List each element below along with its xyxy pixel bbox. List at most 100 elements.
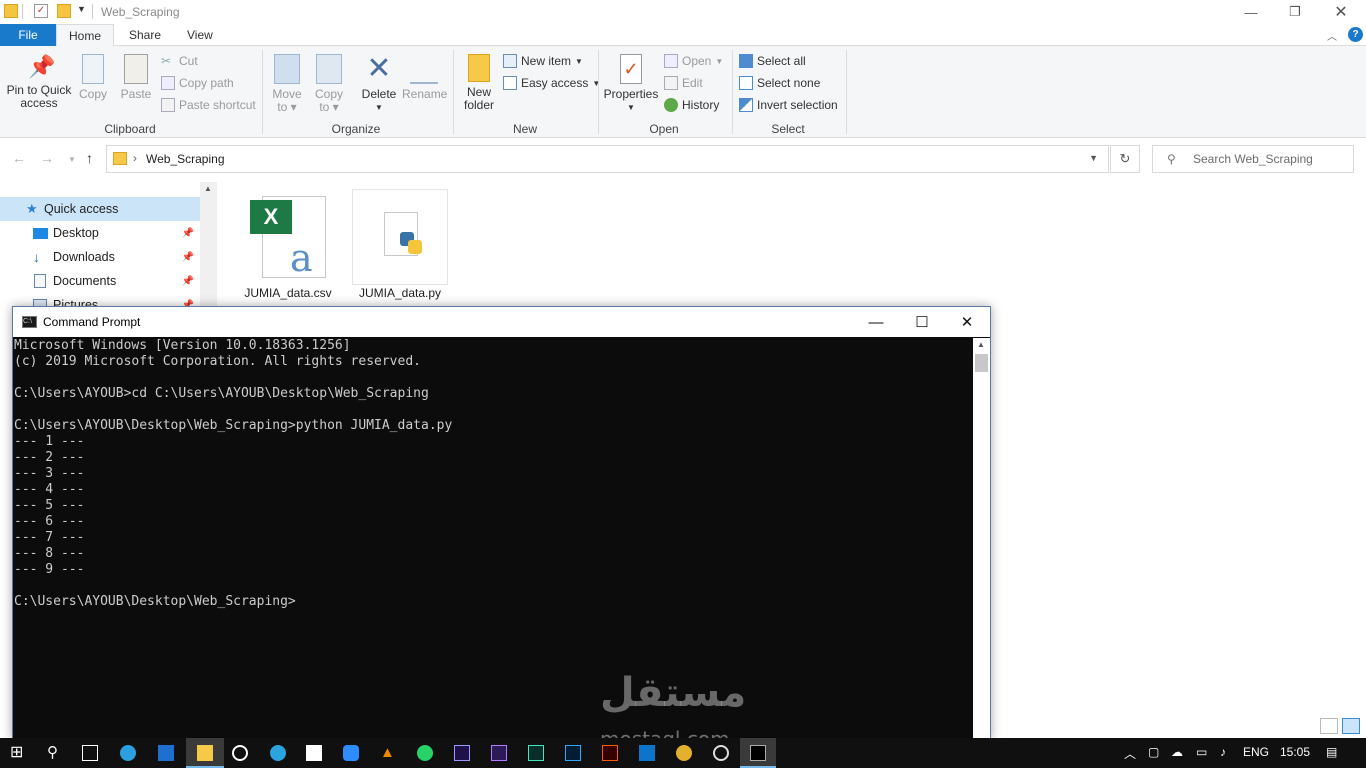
task-view-icon[interactable] (82, 745, 98, 761)
premiere-icon[interactable] (491, 745, 507, 761)
edit-icon (664, 76, 678, 90)
forward-arrow-icon[interactable]: → (40, 150, 54, 166)
tab-file[interactable]: File (0, 24, 56, 46)
restore-button[interactable]: ❐ (1272, 0, 1318, 24)
back-arrow-icon[interactable]: ← (12, 150, 26, 166)
help-icon[interactable]: ? (1348, 27, 1363, 42)
notifications-icon[interactable]: ▤ (1326, 745, 1337, 759)
search-icon[interactable]: ⚲ (47, 745, 63, 761)
select-none-button[interactable]: Select none (739, 74, 820, 92)
cmd-scrollbar[interactable]: ▲ (973, 338, 990, 740)
close-button[interactable]: ✕ (1318, 0, 1364, 24)
cut-button[interactable]: ✂ Cut (161, 52, 198, 70)
battery-icon[interactable]: ▭ (1196, 745, 1207, 759)
nav-downloads[interactable]: ↓ Downloads 📌 (0, 245, 200, 269)
audition-icon[interactable] (528, 745, 544, 761)
zoom-icon[interactable] (343, 745, 359, 761)
select-all-button[interactable]: Select all (739, 52, 806, 70)
scroll-up-chevron-icon[interactable]: ▲ (204, 184, 212, 193)
nav-desktop[interactable]: Desktop 📌 (0, 221, 200, 245)
volume-icon[interactable]: ♪ (1220, 745, 1226, 759)
delete-button[interactable]: ✕ Delete ▼ (358, 54, 400, 114)
vlc-icon[interactable]: ▲ (380, 745, 396, 761)
rename-icon (410, 54, 438, 84)
edge-icon[interactable] (120, 745, 136, 761)
copy-button[interactable]: Copy (76, 54, 110, 101)
language-indicator[interactable]: ENG (1243, 745, 1269, 759)
invert-selection-button[interactable]: Invert selection (739, 96, 838, 114)
paste-button[interactable]: Paste (118, 54, 154, 101)
delete-label: Delete (361, 87, 397, 101)
new-item-button[interactable]: New item ▼ (503, 52, 583, 70)
large-icons-view-icon[interactable] (1342, 718, 1360, 734)
breadcrumb-current[interactable]: Web_Scraping (146, 152, 225, 166)
file-explorer-icon[interactable] (197, 745, 213, 761)
history-button[interactable]: History (664, 96, 719, 114)
meet-now-icon[interactable]: ▢ (1148, 745, 1159, 759)
move-to-icon (274, 54, 300, 84)
properties-button[interactable]: ✓ Properties ▼ (602, 54, 660, 114)
telegram-icon[interactable] (270, 745, 286, 761)
recent-locations-chevron-icon[interactable]: ▼ (68, 155, 76, 164)
cmd-maximize-button[interactable]: ☐ (899, 307, 945, 337)
select-all-label: Select all (757, 54, 806, 68)
illustrator-icon[interactable] (602, 745, 618, 761)
cmd-title-bar[interactable]: C:\ Command Prompt — ☐ ✕ (13, 307, 990, 337)
mail-icon[interactable] (158, 745, 174, 761)
open-button[interactable]: Open ▼ (664, 52, 723, 70)
refresh-button[interactable]: ↻ (1110, 145, 1140, 173)
edit-button[interactable]: Edit (664, 74, 703, 92)
address-dropdown-chevron-icon[interactable]: ▼ (1089, 153, 1098, 163)
console-output[interactable]: Microsoft Windows [Version 10.0.18363.12… (14, 338, 972, 738)
r-studio-icon[interactable] (232, 745, 248, 761)
onedrive-cloud-icon[interactable]: ☁ (1171, 745, 1183, 759)
show-hidden-icons-chevron-icon[interactable]: ︿ (1124, 745, 1136, 762)
windows-start-icon[interactable]: ⊞ (10, 745, 26, 761)
file-jumia-csv[interactable]: X a JUMIA_data.csv (240, 190, 336, 300)
move-to-button[interactable]: Move to ▾ (268, 54, 306, 114)
nav-pane-scrollbar[interactable]: ▲ (200, 182, 217, 306)
paste-icon (124, 54, 148, 84)
customize-toolbar-chevron-icon[interactable]: ▼ (77, 4, 86, 14)
obs-icon[interactable] (713, 745, 729, 761)
cmd-close-button[interactable]: ✕ (944, 307, 990, 337)
breadcrumb-chevron-icon[interactable]: › (133, 151, 137, 165)
file-jumia-py[interactable] (352, 189, 448, 285)
edit-label: Edit (682, 76, 703, 90)
nav-quick-access[interactable]: ★ Quick access (0, 197, 200, 221)
nav-documents[interactable]: Documents 📌 (0, 269, 200, 293)
cmd-taskbar-icon[interactable] (750, 745, 766, 761)
easy-access-button[interactable]: Easy access ▼ (503, 74, 600, 92)
cmd-minimize-button[interactable]: — (853, 307, 899, 337)
store-icon[interactable] (306, 745, 322, 761)
scroll-thumb[interactable] (975, 354, 988, 372)
search-box[interactable]: ⚲ Search Web_Scraping (1152, 145, 1354, 173)
refresh-icon: ↻ (1119, 151, 1131, 166)
move-to-label-to: to (277, 100, 288, 114)
tab-home[interactable]: Home (56, 24, 115, 47)
rename-button[interactable]: Rename (402, 54, 447, 101)
chrome-icon[interactable] (676, 745, 692, 761)
copy-path-button[interactable]: Copy path (161, 74, 234, 92)
properties-quick-icon[interactable]: ✓ (34, 4, 48, 18)
minimize-button[interactable]: — (1228, 0, 1274, 24)
whatsapp-icon[interactable] (417, 745, 433, 761)
address-bar[interactable]: › Web_Scraping ▼ (106, 145, 1109, 173)
command-prompt-window[interactable]: C:\ Command Prompt — ☐ ✕ Microsoft Windo… (12, 306, 991, 740)
tab-view[interactable]: View (175, 24, 225, 46)
details-view-icon[interactable] (1320, 718, 1338, 734)
copy-to-button[interactable]: Copy to ▾ (310, 54, 348, 114)
clock-time[interactable]: 15:05 (1280, 745, 1310, 759)
photoshop-icon[interactable] (565, 745, 581, 761)
vscode-icon[interactable] (639, 745, 655, 761)
new-folder-button[interactable]: New folder (460, 54, 498, 112)
collapse-ribbon-chevron-icon[interactable]: ︿ (1327, 28, 1337, 43)
nav-downloads-label: Downloads (53, 250, 115, 264)
paste-shortcut-button[interactable]: Paste shortcut (161, 96, 256, 114)
scroll-up-chevron-icon[interactable]: ▲ (977, 340, 985, 349)
pin-to-quick-access-button[interactable]: 📌 Pin to Quick access (4, 54, 74, 110)
after-effects-icon[interactable] (454, 745, 470, 761)
new-folder-quick-icon[interactable] (57, 4, 71, 18)
up-arrow-icon[interactable]: ↑ (86, 150, 93, 166)
tab-share[interactable]: Share (117, 24, 173, 46)
